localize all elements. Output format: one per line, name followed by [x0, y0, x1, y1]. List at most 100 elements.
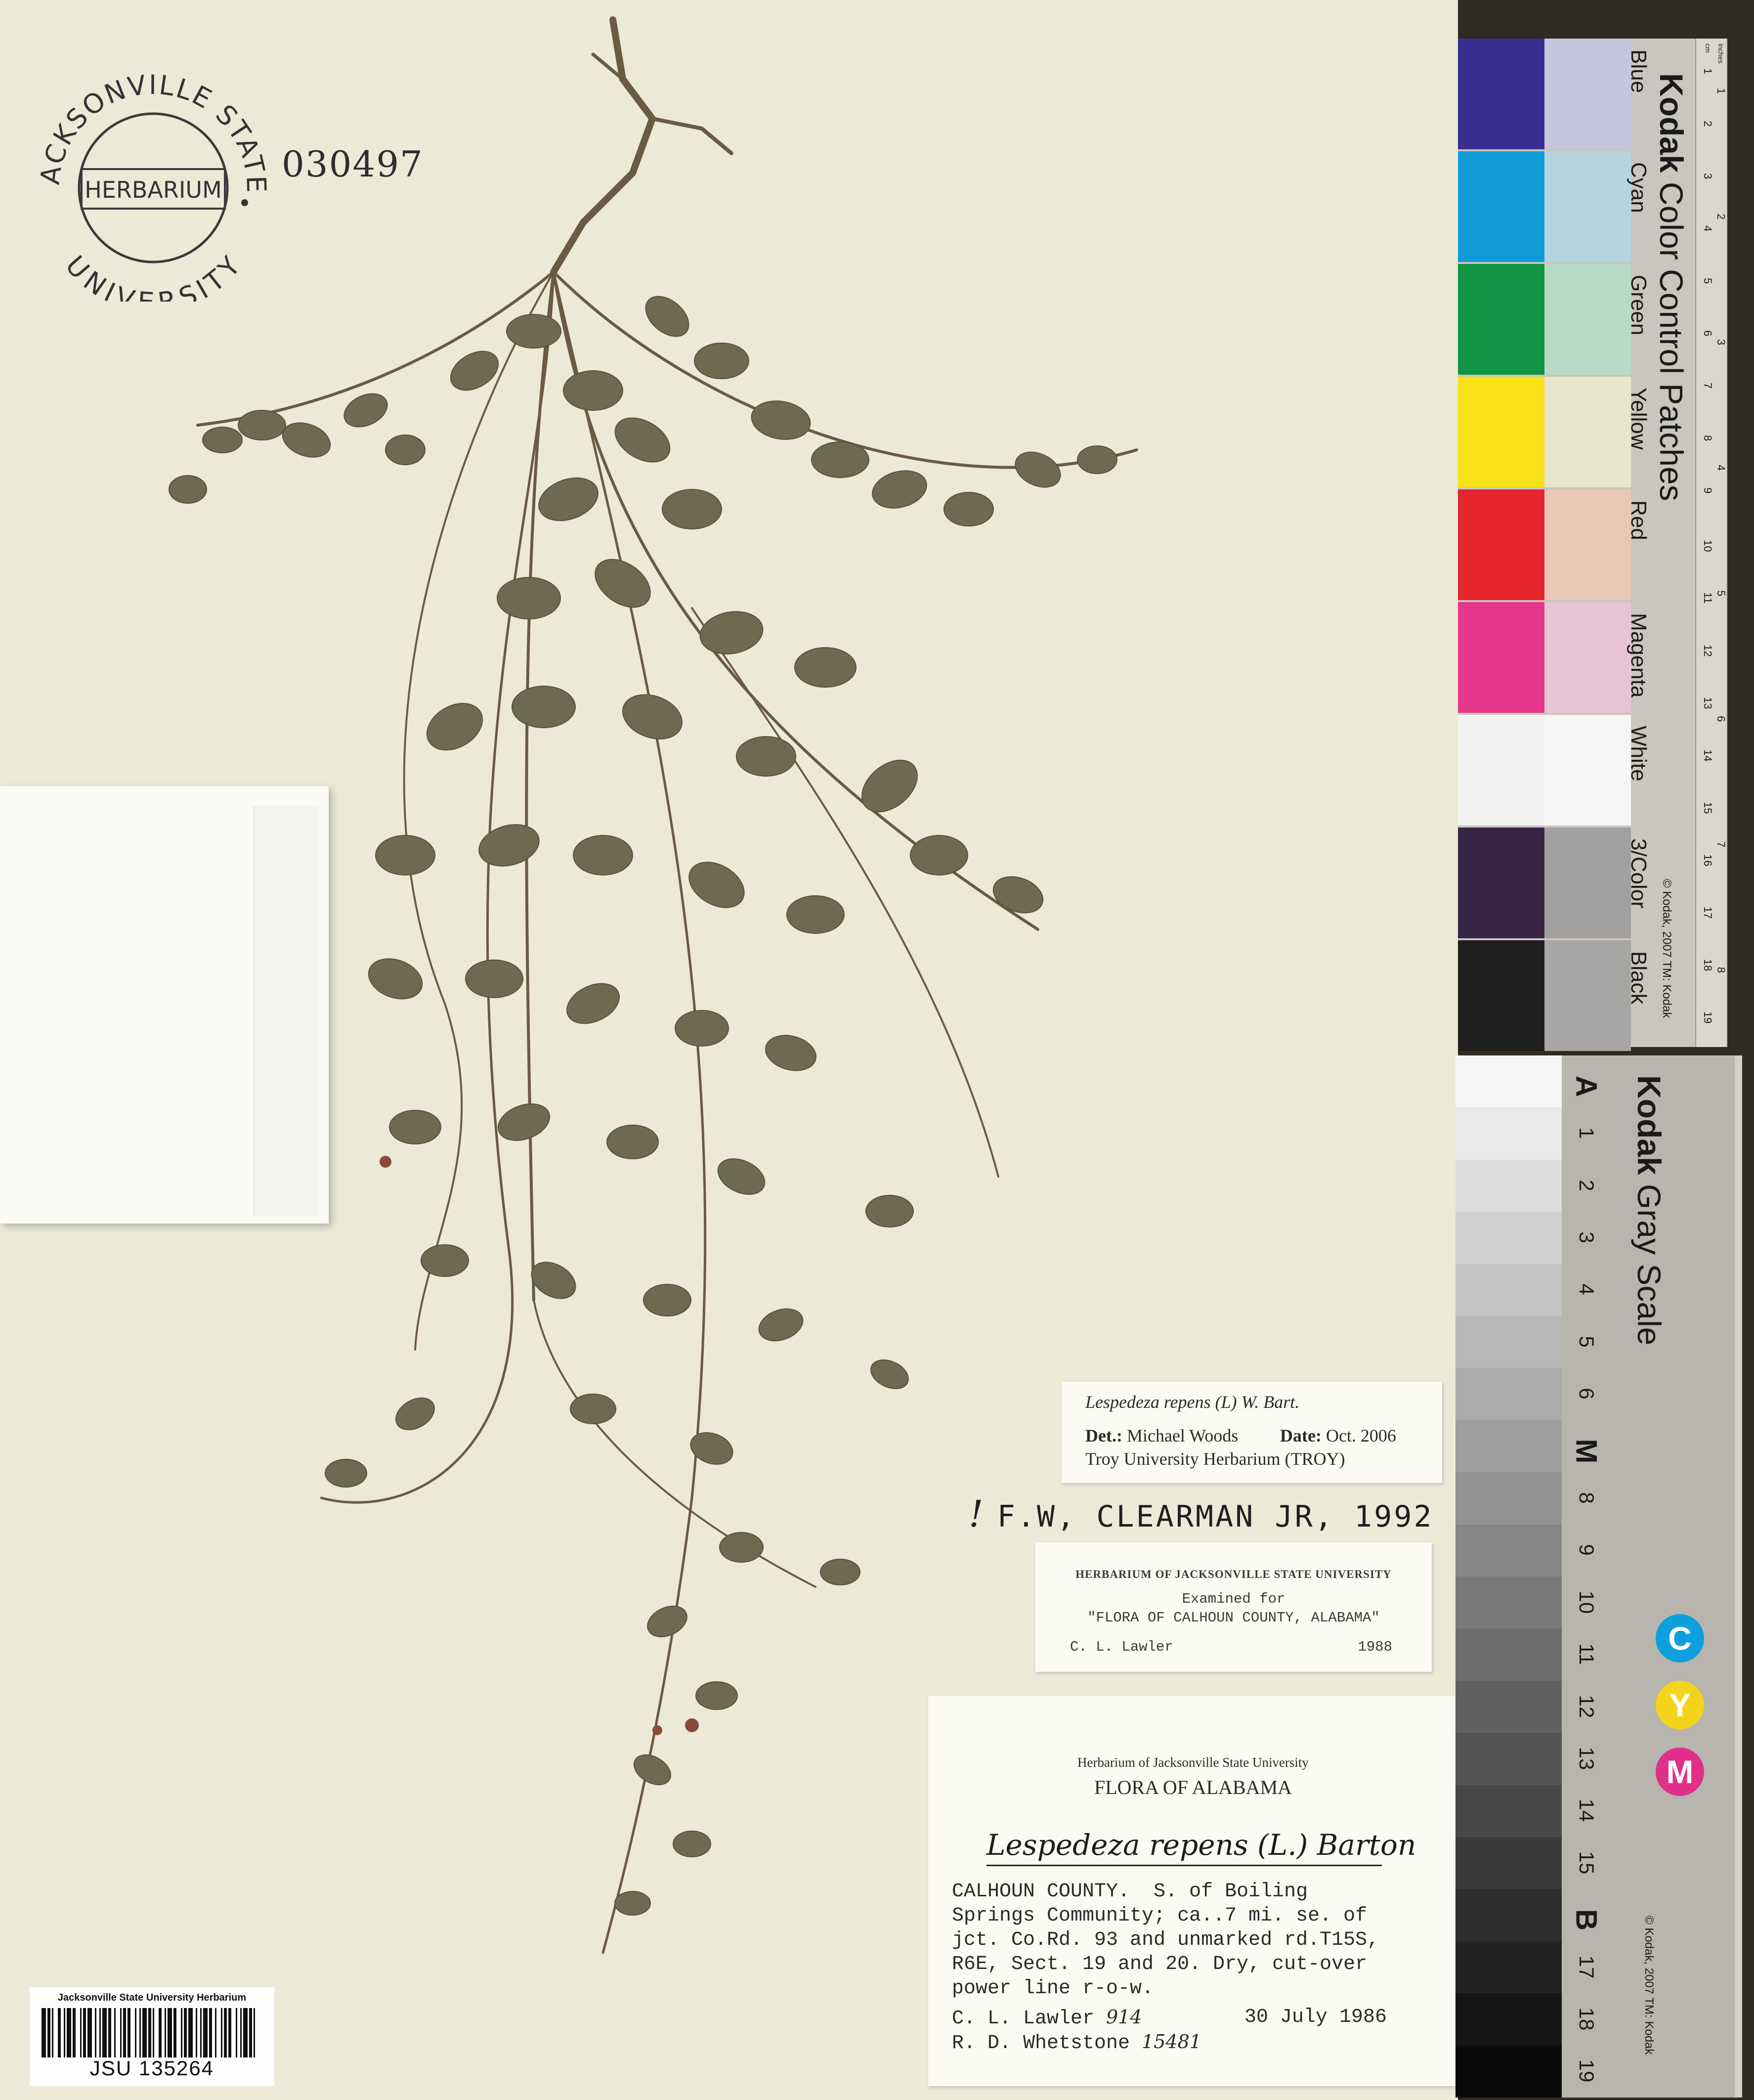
patch-label: Cyan: [1626, 162, 1651, 213]
barcode-bar: [80, 2008, 82, 2057]
gray-step: [1455, 1055, 1562, 1108]
collector-2-name: R. D. Whetstone: [952, 2032, 1130, 2055]
tint-green: [1544, 264, 1631, 375]
barcode-bar: [67, 2008, 71, 2057]
barcode-bar: [159, 2008, 162, 2057]
barcode-bar: [73, 2008, 76, 2057]
collector-1-number: 914: [1106, 2006, 1142, 2028]
barcode-bar: [240, 2008, 242, 2057]
patch-green: [1458, 264, 1544, 375]
specimen-packet[interactable]: [0, 786, 329, 1224]
barcode-bar: [120, 2008, 122, 2057]
cym-m-dot: M: [1656, 1748, 1704, 1796]
patch-label: Blue: [1626, 49, 1651, 93]
label-locality: CALHOUN COUNTY. S. of Boiling Springs Co…: [952, 1881, 1379, 2000]
barcode-bar: [64, 2008, 65, 2057]
gray-step-label: 6: [1575, 1388, 1598, 1400]
barcode-bar: [215, 2008, 216, 2057]
gray-step-label: B: [1570, 1909, 1603, 1931]
examined-label: HERBARIUM OF JACKSONVILLE STATE UNIVERSI…: [1035, 1542, 1432, 1672]
tint-cyan: [1544, 151, 1631, 262]
gray-step: [1455, 1420, 1562, 1473]
ruler-cm-label: 7: [1702, 383, 1714, 389]
gray-step-label: 8: [1575, 1492, 1598, 1504]
color-control-card: Blue Cyan Green Yellow Red Magenta White 3/Colo…: [1458, 39, 1727, 1051]
tint-3-color: [1544, 828, 1631, 938]
gray-step-label: 15: [1575, 1851, 1598, 1875]
barcode-bar: [236, 2008, 237, 2057]
gray-step-label: 9: [1575, 1544, 1598, 1556]
barcode-bar: [165, 2008, 166, 2057]
gray-step: [1455, 1576, 1562, 1629]
gray-step-label: 2: [1575, 1179, 1598, 1191]
gray-step: [1455, 1941, 1562, 1994]
barcode-bar: [108, 2008, 111, 2057]
ruler-cm-label: 12: [1702, 645, 1714, 657]
barcode-bar: [181, 2008, 182, 2057]
patch-cyan: [1458, 151, 1544, 262]
gray-step-label: A: [1570, 1075, 1603, 1097]
gray-step: [1455, 1889, 1562, 1941]
gray-card-heading: Kodak Gray Scale: [1630, 1075, 1668, 1346]
barcode-bar: [196, 2008, 197, 2057]
gray-step-label: 4: [1575, 1283, 1598, 1295]
annotation-stamp: ! F.W, CLEARMAN JR, 1992: [969, 1493, 1433, 1535]
gray-step-label: 12: [1575, 1695, 1598, 1718]
packet-flap[interactable]: [254, 806, 319, 1216]
ruler-inch-label: 8: [1715, 967, 1727, 973]
ruler-inch-label: 4: [1715, 465, 1727, 471]
barcode-bar: [99, 2008, 101, 2057]
tint-white: [1544, 715, 1631, 826]
barcode-label: Jacksonville State University Herbarium …: [30, 1987, 274, 2086]
determination-label: Lespedeza repens (L) W. Bart. Det.: Mich…: [1062, 1382, 1442, 1483]
ruler-cm-label: 14: [1702, 749, 1714, 762]
barcode-bar: [58, 2008, 61, 2057]
ruler-cm-label: 19: [1702, 1011, 1714, 1024]
gray-step: [1455, 1733, 1562, 1785]
ruler-cm-label: 1: [1702, 68, 1714, 75]
patch-label: Black: [1626, 951, 1651, 1005]
barcode-bar: [123, 2008, 126, 2057]
det-name: Michael Woods: [1126, 1426, 1239, 1445]
gray-step-label: 18: [1575, 2007, 1598, 2031]
ruler-inch-label: 5: [1715, 590, 1727, 597]
gray-step-label: 3: [1575, 1231, 1598, 1243]
gray-step: [1455, 1316, 1562, 1368]
tint-black: [1544, 940, 1631, 1051]
gray-step: [1455, 1368, 1562, 1420]
barcode-bar: [142, 2008, 147, 2057]
barcode-bar: [148, 2008, 151, 2057]
det-taxon: Lespedeza repens (L) W. Bart.: [1085, 1392, 1300, 1412]
cym-y-dot: Y: [1656, 1681, 1704, 1729]
barcode-bar: [221, 2008, 222, 2057]
gray-step: [1455, 1785, 1562, 1837]
gray-step-label: 17: [1575, 1955, 1598, 1978]
ruler-cm-label: 10: [1702, 540, 1714, 552]
gray-scale-card: A 1 2 3 4 5 6 M 8 9 10 11 12 13 14 15 B 17 18 19 Kodak Gray …: [1455, 1055, 1742, 2098]
barcode-bar: [102, 2008, 107, 2057]
gray-step: [1455, 1472, 1562, 1525]
gray-step: [1455, 1212, 1562, 1264]
collection-label: Herbarium of Jacksonville State Universi…: [928, 1696, 1458, 2086]
gray-step-label: 10: [1575, 1590, 1598, 1614]
barcode-bar: [184, 2008, 187, 2057]
date-value: Oct. 2006: [1326, 1426, 1396, 1445]
gray-step-label: 11: [1575, 1643, 1598, 1665]
ruler-cm-label: 9: [1702, 487, 1714, 494]
patch-label: White: [1626, 726, 1651, 782]
ruler-cm-label: 15: [1702, 802, 1714, 814]
collector-2-number: 15481: [1142, 2031, 1201, 2053]
gray-step-label: 1: [1575, 1127, 1598, 1139]
det-institution: Troy University Herbarium (TROY): [1085, 1449, 1345, 1469]
exam-title: HERBARIUM OF JACKSONVILLE STATE UNIVERSI…: [1075, 1568, 1392, 1580]
gray-step: [1455, 1680, 1562, 1733]
color-card-copyright: © Kodak, 2007 TM: Kodak: [1660, 879, 1673, 1018]
ruler-cm-label: 3: [1702, 173, 1714, 179]
ruler-inch-label: 2: [1715, 214, 1727, 220]
barcode-bar: [87, 2008, 92, 2057]
gray-step-label: M: [1570, 1439, 1603, 1463]
label-institution: Herbarium of Jacksonville State Universi…: [1077, 1755, 1309, 1770]
barcode-bars: [42, 2008, 255, 2057]
ruler-cm-label: 13: [1702, 697, 1714, 709]
barcode-bar: [203, 2008, 208, 2057]
